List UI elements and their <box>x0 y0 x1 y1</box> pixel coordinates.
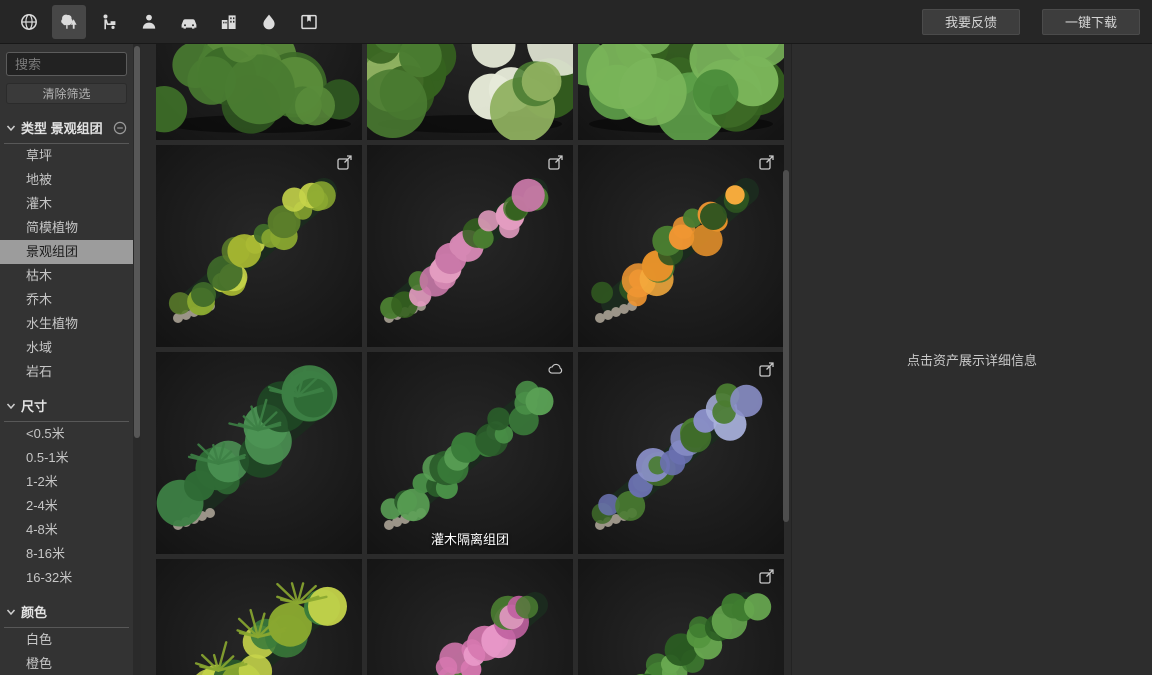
detail-placeholder-text: 点击资产展示详细信息 <box>907 350 1037 369</box>
filter-item[interactable]: 16-32米 <box>0 566 133 590</box>
export-icon[interactable] <box>758 153 776 171</box>
asset-grid: 灌木隔离组团 <box>156 44 784 675</box>
filter-item[interactable]: 灌木 <box>0 192 133 216</box>
filter-item[interactable]: 4-8米 <box>0 518 133 542</box>
filter-item[interactable]: <0.5米 <box>0 422 133 446</box>
export-icon[interactable] <box>336 153 354 171</box>
sidebar-scrollbar[interactable] <box>133 44 141 675</box>
cloud-icon[interactable] <box>547 360 565 378</box>
asset-thumbnail[interactable] <box>156 145 362 347</box>
chevron-down-icon <box>6 607 16 617</box>
grid-scrollbar[interactable] <box>782 44 790 675</box>
chevron-down-icon <box>6 123 16 133</box>
export-icon[interactable] <box>758 360 776 378</box>
filter-item[interactable]: 乔木 <box>0 288 133 312</box>
clear-filters-button[interactable]: 清除筛选 <box>6 83 127 104</box>
asset-thumbnail[interactable] <box>578 559 784 675</box>
feedback-button[interactable]: 我要反馈 <box>922 9 1020 35</box>
filter-item[interactable]: 枯木 <box>0 264 133 288</box>
asset-thumbnail[interactable] <box>367 145 573 347</box>
filter-section-header[interactable]: 尺寸 <box>4 392 129 422</box>
asset-thumbnail[interactable] <box>578 145 784 347</box>
filter-item[interactable]: 景观组团 <box>0 240 133 264</box>
vehicle-icon[interactable] <box>172 5 206 39</box>
toolbar-icons <box>12 5 326 39</box>
filter-item[interactable]: 水域 <box>0 336 133 360</box>
asset-thumbnail[interactable] <box>156 44 362 140</box>
people-icon[interactable] <box>132 5 166 39</box>
chevron-down-icon <box>6 401 16 411</box>
filter-section-header[interactable]: 颜色 <box>4 598 129 628</box>
water-icon[interactable] <box>252 5 286 39</box>
asset-label: 灌木隔离组团 <box>367 529 573 548</box>
filter-sections: 类型 景观组团草坪地被灌木简模植物景观组团枯木乔木水生植物水域岩石尺寸 <0.5米… <box>0 114 133 675</box>
asset-thumbnail[interactable] <box>367 44 573 140</box>
asset-thumbnail[interactable] <box>156 559 362 675</box>
filter-item[interactable]: 水生植物 <box>0 312 133 336</box>
filter-section-title: 颜色 <box>21 602 47 621</box>
filter-item[interactable]: 简模植物 <box>0 216 133 240</box>
download-button[interactable]: 一键下载 <box>1042 9 1140 35</box>
export-icon[interactable] <box>758 567 776 585</box>
sidebar: 清除筛选 类型 景观组团草坪地被灌木简模植物景观组团枯木乔木水生植物水域岩石尺寸… <box>0 44 141 675</box>
asset-grid-area: 灌木隔离组团 <box>141 44 791 675</box>
sidebar-scrollbar-thumb[interactable] <box>134 46 140 438</box>
asset-thumbnail[interactable] <box>156 352 362 554</box>
decal-icon[interactable] <box>292 5 326 39</box>
filter-item[interactable]: 岩石 <box>0 360 133 384</box>
architecture-icon[interactable] <box>212 5 246 39</box>
filter-item[interactable]: 1-2米 <box>0 470 133 494</box>
export-icon[interactable] <box>547 153 565 171</box>
filter-item[interactable]: 0.5-1米 <box>0 446 133 470</box>
asset-thumbnail[interactable] <box>578 352 784 554</box>
filter-item[interactable]: 白色 <box>0 628 133 652</box>
grid-scrollbar-thumb[interactable] <box>783 170 789 522</box>
filter-item[interactable]: 橙色 <box>0 652 133 675</box>
filter-item[interactable]: 地被 <box>0 168 133 192</box>
asset-thumbnail[interactable]: 灌木隔离组团 <box>367 352 573 554</box>
asset-thumbnail[interactable] <box>578 44 784 140</box>
search-input[interactable] <box>6 52 127 76</box>
filter-item[interactable]: 草坪 <box>0 144 133 168</box>
filter-section-title: 类型 景观组团 <box>21 118 103 137</box>
toolbar: 我要反馈 一键下载 <box>0 0 1152 44</box>
detail-panel: 点击资产展示详细信息 <box>791 44 1152 675</box>
filter-item[interactable]: 8-16米 <box>0 542 133 566</box>
vegetation-icon[interactable] <box>52 5 86 39</box>
filter-section-title: 尺寸 <box>21 396 47 415</box>
filter-section-header[interactable]: 类型 景观组团 <box>4 114 129 144</box>
globe-icon[interactable] <box>12 5 46 39</box>
gardener-icon[interactable] <box>92 5 126 39</box>
remove-filter-icon[interactable] <box>113 121 127 135</box>
sidebar-filters: 清除筛选 类型 景观组团草坪地被灌木简模植物景观组团枯木乔木水生植物水域岩石尺寸… <box>0 44 133 675</box>
asset-thumbnail[interactable] <box>367 559 573 675</box>
filter-item[interactable]: 2-4米 <box>0 494 133 518</box>
